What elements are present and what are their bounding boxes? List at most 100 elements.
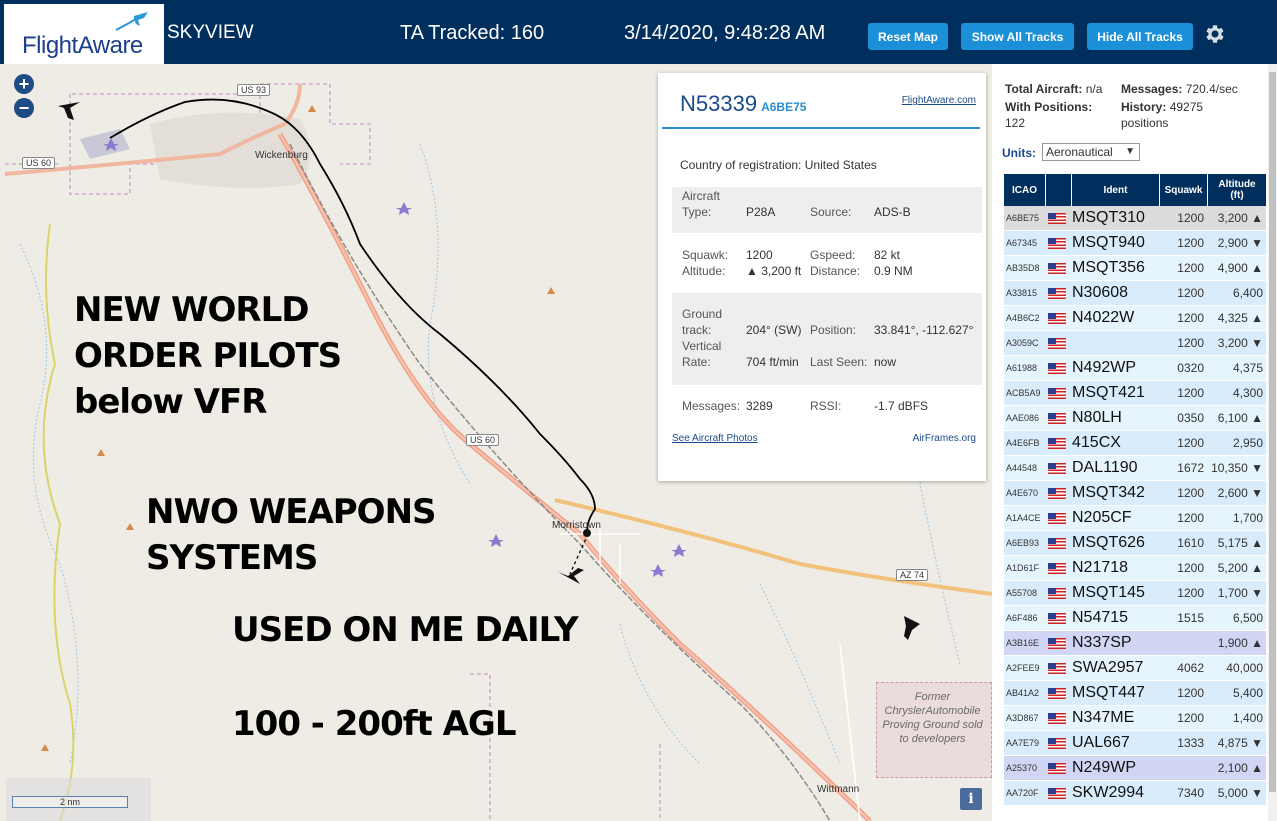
table-row[interactable]: A4E670 MSQT342 1200 2,600 ▼	[1004, 481, 1266, 506]
table-row[interactable]: A6EB93 MSQT626 1610 5,175 ▲	[1004, 531, 1266, 556]
app-name: SKYVIEW	[167, 22, 254, 43]
us-flag-icon	[1048, 387, 1066, 399]
aircraft-photos-link[interactable]: See Aircraft Photos	[672, 433, 758, 444]
source-value: ADS-B	[874, 205, 911, 219]
row-icao: A4E670	[1006, 488, 1039, 498]
us-flag-icon	[1048, 681, 1070, 705]
us-flag-icon	[1048, 381, 1070, 405]
withpos-value: 122	[1005, 116, 1026, 130]
show-all-tracks-button[interactable]: Show All Tracks	[961, 23, 1074, 50]
row-icao: A1D61F	[1006, 563, 1040, 573]
ground-label-2: track:	[682, 323, 712, 337]
table-row[interactable]: A1D61F N21718 1200 5,200 ▲	[1004, 556, 1266, 581]
panel-scroll-thumb[interactable]	[1269, 72, 1276, 792]
row-icao: A4E6FB	[1006, 438, 1040, 448]
col-ident[interactable]: Ident	[1072, 174, 1160, 206]
table-row[interactable]: AB35D8 MSQT356 1200 4,900 ▲	[1004, 256, 1266, 281]
table-row[interactable]: A3B16E N337SP 1,900 ▲	[1004, 631, 1266, 656]
flightaware-logo[interactable]: FlightAware	[4, 4, 164, 64]
col-altitude[interactable]: Altitude (ft)	[1208, 174, 1266, 206]
row-altitude: 3,200 ▼	[1217, 336, 1263, 350]
us-flag-icon	[1048, 362, 1066, 374]
row-squawk	[1160, 631, 1208, 655]
us-flag-icon	[1048, 612, 1066, 624]
country-value: United States	[804, 158, 877, 172]
row-squawk: 1200	[1177, 586, 1204, 600]
row-altitude: 1,900 ▲	[1217, 636, 1263, 650]
aircraft-panel: Total Aircraft: n/a Messages: 720.4/sec …	[992, 64, 1277, 821]
type-label-2: Type:	[682, 205, 712, 219]
zoom-in-button[interactable]: +	[14, 74, 34, 94]
gspeed-value: 82 kt	[874, 248, 901, 262]
row-altitude: 4,375	[1232, 361, 1263, 375]
plane-logo-icon	[115, 12, 148, 31]
row-icao: A33815	[1006, 288, 1038, 298]
row-altitude: 2,600 ▼	[1217, 486, 1263, 500]
table-row[interactable]: A1A4CE N205CF 1200 1,700	[1004, 506, 1266, 531]
row-icao: A1A4CE	[1006, 513, 1041, 523]
us-flag-icon	[1048, 606, 1070, 630]
table-row[interactable]: A67345 MSQT940 1200 2,900 ▼	[1004, 231, 1266, 256]
table-row[interactable]: A33815 N30608 1200 6,400	[1004, 281, 1266, 306]
airframes-link[interactable]: AirFrames.org	[913, 433, 976, 444]
us-flag-icon	[1048, 237, 1066, 249]
altitude-label: Altitude:	[682, 264, 726, 278]
table-row[interactable]: AA720F SKW2994 7340 5,000 ▼	[1004, 781, 1266, 806]
col-squawk[interactable]: Squawk	[1160, 174, 1208, 206]
us-flag-icon	[1048, 656, 1070, 680]
row-squawk: 1200	[1177, 261, 1204, 275]
row-icao: A25370	[1006, 763, 1038, 773]
us-flag-icon	[1048, 587, 1066, 599]
table-row[interactable]: A6BE75 MSQT310 1200 3,200 ▲	[1004, 206, 1266, 231]
popup-country: Country of registration: United States	[680, 158, 877, 172]
road-shield-us60: US 60	[22, 157, 56, 169]
table-row[interactable]: A2FEE9 SWA2957 4062 40,000	[1004, 656, 1266, 681]
row-ident: N205CF	[1072, 509, 1132, 526]
info-button[interactable]: i	[960, 788, 982, 810]
table-row[interactable]: AA7E79 UAL667 1333 4,875 ▼	[1004, 731, 1266, 756]
row-squawk: 1333	[1177, 736, 1204, 750]
col-flag[interactable]	[1046, 174, 1072, 206]
row-ident: N492WP	[1072, 359, 1137, 376]
table-row[interactable]: A25370 N249WP 2,100 ▲	[1004, 756, 1266, 781]
stat-withpos: With Positions: 122	[1005, 99, 1092, 131]
overlay-line-4: NWO WEAPONS	[146, 492, 437, 532]
table-row[interactable]: A44548 DAL1190 1672 10,350 ▼	[1004, 456, 1266, 481]
tracked-count: TA Tracked: 160	[400, 22, 545, 44]
units-select[interactable]: Aeronautical ▼	[1042, 143, 1140, 161]
flightaware-link[interactable]: FlightAware.com	[902, 95, 976, 106]
reset-map-button[interactable]: Reset Map	[868, 23, 948, 50]
table-row[interactable]: ACB5A9 MSQT421 1200 4,300	[1004, 381, 1266, 406]
table-row[interactable]: A55708 MSQT145 1200 1,700 ▼	[1004, 581, 1266, 606]
ground-label-1: Ground	[682, 307, 723, 321]
row-ident: N4022W	[1072, 309, 1135, 326]
hide-all-tracks-button[interactable]: Hide All Tracks	[1087, 23, 1193, 50]
table-row[interactable]: A61988 N492WP 0320 4,375	[1004, 356, 1266, 381]
col-icao[interactable]: ICAO	[1004, 174, 1046, 206]
table-row[interactable]: A3D867 N347ME 1200 1,400	[1004, 706, 1266, 731]
row-ident: N30608	[1072, 284, 1129, 301]
row-altitude: 4,300	[1232, 386, 1263, 400]
us-flag-icon	[1048, 781, 1070, 805]
us-flag-icon	[1048, 537, 1066, 549]
table-row[interactable]: AAE086 N80LH 0350 6,100 ▲	[1004, 406, 1266, 431]
stat-history: History: 49275 positions	[1121, 99, 1203, 131]
table-row[interactable]: AB41A2 MSQT447 1200 5,400	[1004, 681, 1266, 706]
row-ident: MSQT145	[1072, 584, 1145, 601]
datetime: 3/14/2020, 9:48:28 AM	[624, 22, 826, 44]
table-row[interactable]: A6F486 N54715 1515 6,500	[1004, 606, 1266, 631]
overlay-line-5: SYSTEMS	[146, 538, 318, 578]
gear-icon[interactable]	[1202, 22, 1226, 46]
table-row[interactable]: A3059C 1200 3,200 ▼	[1004, 331, 1266, 356]
table-row[interactable]: A4B6C2 N4022W 1200 4,325 ▲	[1004, 306, 1266, 331]
zoom-out-button[interactable]: −	[14, 98, 34, 118]
overlay-line-2: ORDER PILOTS	[74, 336, 342, 376]
popup-hex[interactable]: A6BE75	[761, 100, 806, 114]
units-value: Aeronautical	[1046, 145, 1113, 159]
row-altitude: 2,950	[1232, 436, 1263, 450]
table-row[interactable]: A4E6FB 415CX 1200 2,950	[1004, 431, 1266, 456]
aircraft-info-popup: N53339 A6BE75 FlightAware.com Country of …	[658, 73, 986, 481]
row-altitude: 3,200 ▲	[1217, 211, 1263, 225]
us-flag-icon	[1048, 712, 1066, 724]
us-flag-icon	[1048, 331, 1070, 355]
